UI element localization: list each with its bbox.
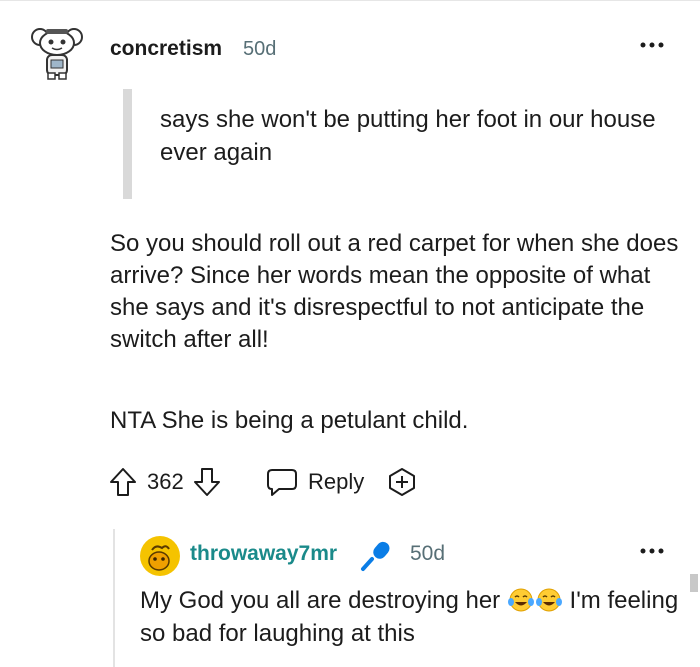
more-options-icon [640, 42, 664, 48]
reply-username[interactable]: throwaway7mr [190, 542, 337, 566]
tears-of-joy-emoji-icon [507, 588, 534, 612]
user-avatar[interactable] [30, 23, 84, 81]
reply-timestamp[interactable]: 50d [410, 542, 445, 566]
comment-thread: concretism 50d says she won't be putting… [0, 0, 700, 667]
thread-line[interactable] [113, 529, 115, 667]
comment-timestamp[interactable]: 50d [243, 38, 276, 61]
downvote-arrow-icon [194, 468, 220, 496]
microphone-icon [359, 538, 393, 572]
blockquote-text: says she won't be putting her foot in ou… [160, 106, 656, 166]
more-options-icon [640, 548, 664, 554]
upvote-arrow-icon [110, 468, 136, 496]
comment-paragraph: So you should roll out a red carpet for … [110, 230, 679, 353]
snoo-avatar-icon [31, 28, 83, 80]
reply-more-button[interactable] [638, 541, 668, 561]
downvote-button[interactable] [193, 466, 221, 498]
vote-count: 362 [147, 469, 184, 494]
reply-text-start: My God you all are destroying her [140, 587, 501, 614]
award-button[interactable] [387, 467, 417, 497]
reply-avatar[interactable] [140, 536, 180, 576]
blockquote-bar [123, 89, 132, 199]
reply-text: My God you all are destroying her I'm fe… [140, 584, 680, 650]
speech-bubble-icon [267, 469, 297, 496]
award-plus-icon [389, 468, 415, 496]
tears-of-joy-emoji-icon [535, 588, 562, 612]
reply-button[interactable]: Reply [266, 464, 364, 500]
user-avatar-icon [140, 536, 180, 576]
scrollbar-thumb[interactable] [690, 574, 698, 592]
upvote-button[interactable] [109, 466, 137, 498]
comment-paragraph: NTA She is being a petulant child. [110, 407, 469, 434]
comment-username[interactable]: concretism [110, 37, 222, 61]
reply-label: Reply [308, 469, 365, 494]
comment-more-button[interactable] [638, 35, 668, 55]
